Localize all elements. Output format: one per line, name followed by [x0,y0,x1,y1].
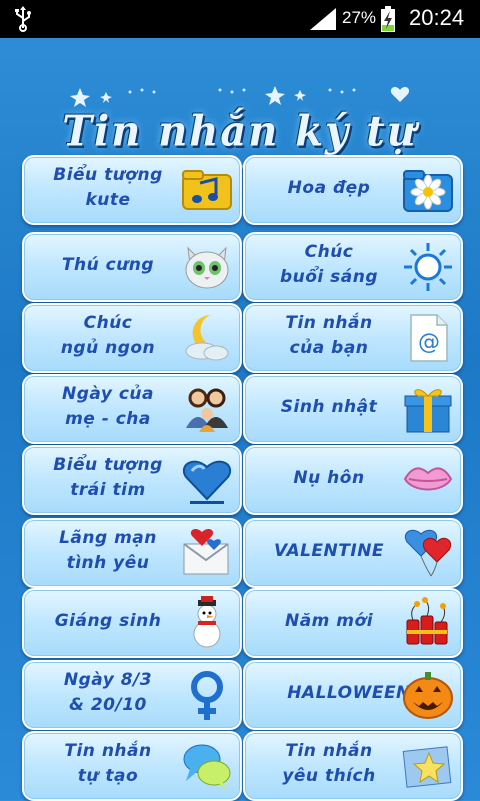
menu-item-label: Chúc buổi sáng [279,242,379,287]
female-symbol-icon [191,671,223,720]
menu-item-valentine[interactable]: VALENTINE [243,518,463,588]
menu-item-heart-icons[interactable]: Biểu tượng trái tim [22,445,242,515]
gift-box-icon [404,389,452,433]
chat-bubbles-icon [183,744,231,791]
menu-item-custom-messages[interactable]: Tin nhắn tự tạo [22,731,242,801]
menu-item-label: Năm mới [284,610,374,631]
menu-item-label: Giáng sinh [54,610,162,631]
menu-item-label: Tin nhắn yêu thích [282,741,376,786]
menu-item-label: Lãng mạn tình yêu [59,528,157,573]
heart-icon [183,460,231,504]
menu-item-label: Ngày của mẹ - cha [62,384,154,429]
moon-cloud-icon [185,315,229,361]
page-title: Tin nhắn ký tự [62,106,418,157]
menu-item-label: Hoa đẹp [287,177,371,198]
menu-item-label: Chúc ngủ ngon [60,313,156,358]
sun-icon [404,243,452,291]
menu-item-halloween[interactable]: HALLOWEEN [243,660,463,730]
snowman-icon [193,596,221,648]
status-bar: 27% 20:24 [0,0,480,38]
menu-item-flowers[interactable]: Hoa đẹp [243,155,463,225]
battery-charging-icon [381,6,395,32]
clock: 20:24 [409,5,465,30]
menu-item-label: Thú cưng [61,254,155,275]
menu-item-label: VALENTINE [273,540,385,561]
pumpkin-icon [403,672,453,719]
menu-item-label: Nụ hôn [293,467,365,488]
menu-item-label: Biểu tượng kute [53,165,163,210]
menu-item-label: Sinh nhật [280,396,378,417]
menu-item-label: Biểu tượng trái tim [53,455,163,500]
music-folder-icon [182,170,232,210]
menu-item-christmas[interactable]: Giáng sinh [22,588,242,658]
menu-item-birthday[interactable]: Sinh nhật [243,374,463,444]
app-header: Tin nhắn ký tự [0,38,480,178]
signal-icon [310,8,336,30]
star-note-icon [402,746,452,788]
menu-item-your-messages[interactable]: Tin nhắn của bạn @ [243,303,463,373]
family-icon [186,388,228,432]
battery-percent: 27% [342,8,377,27]
lips-icon [403,467,453,491]
firecracker-icon [406,597,448,645]
menu-item-label: Ngày 8/3 & 20/10 [63,670,153,715]
menu-item-good-night[interactable]: Chúc ngủ ngon [22,303,242,373]
menu-item-kiss[interactable]: Nụ hôn [243,445,463,515]
love-letter-icon [183,529,229,575]
cat-icon [185,246,229,289]
usb-icon [15,6,31,32]
menu-item-pets[interactable]: Thú cưng [22,232,242,302]
menu-item-label: Tin nhắn của bạn [285,313,373,358]
svg-text:@: @ [418,330,440,355]
menu-item-good-morning[interactable]: Chúc buổi sáng [243,232,463,302]
flower-folder-icon [403,170,453,212]
menu-item-cute-icons[interactable]: Biểu tượng kute [22,155,242,225]
menu-item-womens-day[interactable]: Ngày 8/3 & 20/10 [22,660,242,730]
menu-item-new-year[interactable]: Năm mới [243,588,463,658]
email-at-icon: @ [410,314,448,362]
menu-item-favorite-messages[interactable]: Tin nhắn yêu thích [243,731,463,801]
menu-item-label: Tin nhắn tự tạo [64,741,152,786]
menu-item-parents-day[interactable]: Ngày của mẹ - cha [22,374,242,444]
menu-item-romantic-love[interactable]: Lãng mạn tình yêu [22,518,242,588]
heart-balloons-icon [405,529,451,577]
